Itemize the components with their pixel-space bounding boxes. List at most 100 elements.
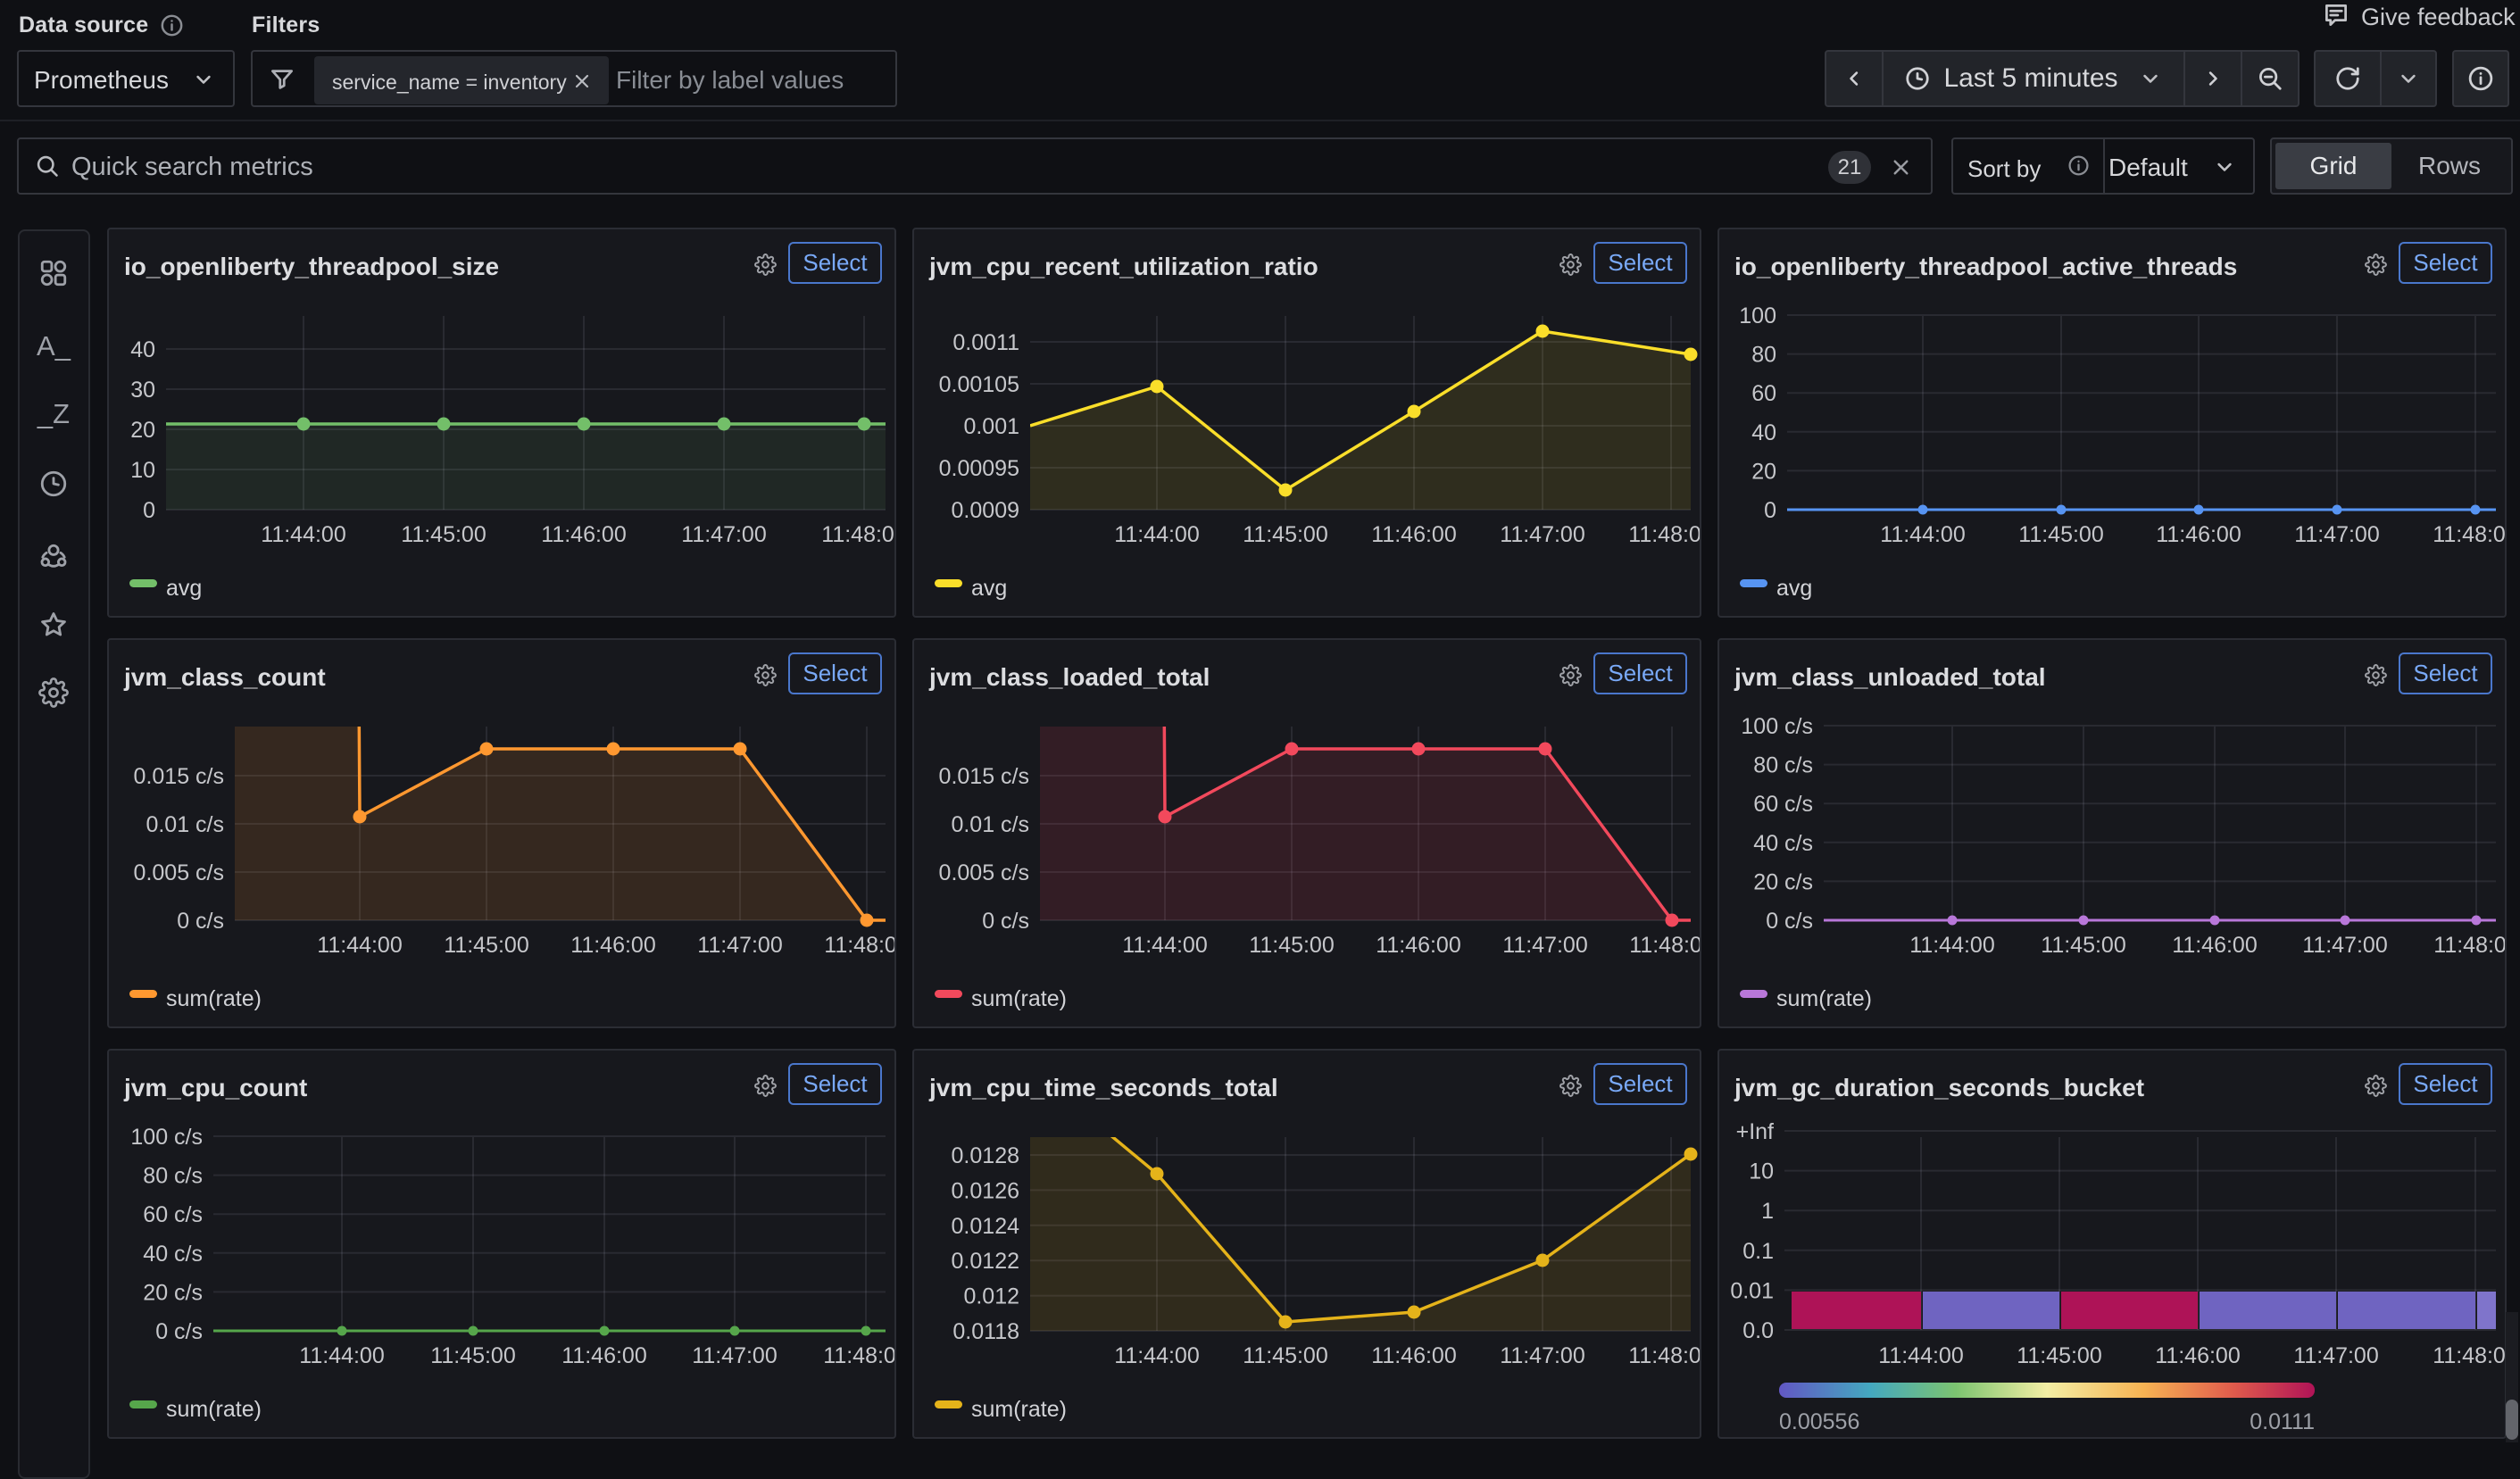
svg-text:11:44:00: 11:44:00	[1114, 1343, 1199, 1368]
svg-text:11:47:00: 11:47:00	[2293, 1343, 2378, 1368]
svg-text:0.00095: 0.00095	[939, 456, 1019, 481]
svg-text:40 c/s: 40 c/s	[143, 1242, 203, 1267]
svg-text:11:48:00: 11:48:00	[823, 1343, 896, 1368]
svg-text:0.0011: 0.0011	[952, 330, 1019, 355]
svg-text:0.00556: 0.00556	[1779, 1409, 1859, 1434]
svg-text:11:46:00: 11:46:00	[541, 522, 626, 547]
svg-text:sum(rate): sum(rate)	[166, 986, 262, 1011]
svg-text:11:45:00: 11:45:00	[2018, 522, 2103, 547]
svg-text:11:44:00: 11:44:00	[261, 522, 345, 547]
svg-text:20 c/s: 20 c/s	[1753, 869, 1813, 894]
svg-text:sum(rate): sum(rate)	[1776, 986, 1872, 1011]
svg-text:40: 40	[1751, 420, 1776, 445]
svg-text:0.00105: 0.00105	[939, 372, 1019, 397]
svg-text:11:48:00: 11:48:00	[1629, 933, 1701, 958]
svg-text:11:46:00: 11:46:00	[561, 1343, 646, 1368]
svg-text:sum(rate): sum(rate)	[971, 1397, 1067, 1422]
svg-text:10: 10	[1749, 1159, 1774, 1184]
svg-text:11:47:00: 11:47:00	[1500, 522, 1584, 547]
svg-text:11:45:00: 11:45:00	[1243, 522, 1327, 547]
svg-text:0.001: 0.001	[963, 414, 1019, 439]
svg-text:0.0124: 0.0124	[952, 1214, 1020, 1239]
svg-text:11:47:00: 11:47:00	[697, 933, 782, 958]
svg-text:0.0111: 0.0111	[2250, 1409, 2315, 1434]
svg-text:11:48:00: 11:48:00	[2433, 933, 2507, 958]
svg-text:0: 0	[143, 498, 155, 523]
svg-text:11:44:00: 11:44:00	[299, 1343, 384, 1368]
svg-text:20: 20	[130, 418, 155, 443]
svg-text:0.0126: 0.0126	[952, 1178, 1019, 1203]
svg-text:sum(rate): sum(rate)	[166, 1397, 262, 1422]
svg-text:0.005 c/s: 0.005 c/s	[134, 860, 224, 885]
svg-text:11:44:00: 11:44:00	[1122, 933, 1207, 958]
svg-text:0.015 c/s: 0.015 c/s	[939, 764, 1029, 789]
svg-text:11:44:00: 11:44:00	[1909, 933, 1994, 958]
svg-text:0 c/s: 0 c/s	[982, 909, 1029, 934]
svg-text:0 c/s: 0 c/s	[1766, 909, 1813, 934]
svg-text:11:47:00: 11:47:00	[2294, 522, 2379, 547]
svg-text:0.1: 0.1	[1742, 1239, 1774, 1264]
svg-text:11:47:00: 11:47:00	[681, 522, 766, 547]
svg-text:0 c/s: 0 c/s	[155, 1319, 203, 1344]
svg-text:1: 1	[1761, 1199, 1774, 1224]
svg-text:11:45:00: 11:45:00	[1249, 933, 1334, 958]
svg-text:11:44:00: 11:44:00	[1114, 522, 1199, 547]
svg-text:80: 80	[1751, 343, 1776, 368]
svg-text:11:45:00: 11:45:00	[401, 522, 486, 547]
svg-text:0: 0	[1764, 498, 1776, 523]
svg-text:11:48:00: 11:48:00	[2433, 1343, 2507, 1368]
svg-text:20: 20	[1751, 459, 1776, 484]
svg-text:40: 40	[130, 337, 155, 362]
svg-text:0.012: 0.012	[963, 1284, 1019, 1309]
svg-text:0.0122: 0.0122	[952, 1249, 1019, 1274]
svg-text:11:45:00: 11:45:00	[430, 1343, 515, 1368]
svg-text:11:45:00: 11:45:00	[444, 933, 528, 958]
svg-text:60 c/s: 60 c/s	[143, 1202, 203, 1227]
svg-text:0.015 c/s: 0.015 c/s	[134, 764, 224, 789]
svg-text:0.0009: 0.0009	[952, 498, 1019, 523]
svg-text:80 c/s: 80 c/s	[1753, 753, 1813, 778]
svg-text:11:46:00: 11:46:00	[570, 933, 655, 958]
svg-text:avg: avg	[166, 576, 202, 601]
svg-text:+Inf: +Inf	[1736, 1119, 1774, 1144]
svg-text:11:44:00: 11:44:00	[1880, 522, 1965, 547]
svg-text:0 c/s: 0 c/s	[177, 909, 224, 934]
svg-text:0.01 c/s: 0.01 c/s	[146, 812, 224, 837]
svg-text:11:46:00: 11:46:00	[2172, 933, 2257, 958]
svg-text:avg: avg	[971, 576, 1007, 601]
svg-text:11:48:00: 11:48:00	[1628, 522, 1701, 547]
svg-text:100 c/s: 100 c/s	[1741, 714, 1813, 739]
svg-text:11:44:00: 11:44:00	[1878, 1343, 1963, 1368]
svg-text:60 c/s: 60 c/s	[1753, 792, 1813, 817]
svg-text:11:47:00: 11:47:00	[1500, 1343, 1584, 1368]
svg-text:11:46:00: 11:46:00	[1371, 1343, 1456, 1368]
svg-text:11:47:00: 11:47:00	[1502, 933, 1587, 958]
svg-text:11:48:00: 11:48:00	[824, 933, 896, 958]
svg-text:11:47:00: 11:47:00	[692, 1343, 777, 1368]
svg-text:11:45:00: 11:45:00	[2017, 1343, 2101, 1368]
svg-text:11:46:00: 11:46:00	[2155, 1343, 2240, 1368]
svg-text:10: 10	[130, 458, 155, 483]
svg-text:11:45:00: 11:45:00	[2041, 933, 2125, 958]
svg-text:0.0128: 0.0128	[952, 1143, 1019, 1168]
svg-text:100 c/s: 100 c/s	[130, 1125, 203, 1150]
svg-text:11:44:00: 11:44:00	[317, 933, 402, 958]
svg-text:20 c/s: 20 c/s	[143, 1280, 203, 1305]
svg-text:30: 30	[130, 378, 155, 403]
svg-text:11:45:00: 11:45:00	[1243, 1343, 1327, 1368]
svg-text:0.0: 0.0	[1742, 1318, 1774, 1343]
svg-text:80 c/s: 80 c/s	[143, 1164, 203, 1189]
svg-text:11:48:00: 11:48:00	[821, 522, 896, 547]
svg-text:11:46:00: 11:46:00	[1371, 522, 1456, 547]
svg-text:11:46:00: 11:46:00	[1376, 933, 1460, 958]
svg-text:11:47:00: 11:47:00	[2302, 933, 2387, 958]
svg-text:0.005 c/s: 0.005 c/s	[939, 860, 1029, 885]
svg-text:11:48:00: 11:48:00	[1628, 1343, 1701, 1368]
svg-text:0.0118: 0.0118	[952, 1319, 1019, 1344]
svg-text:11:46:00: 11:46:00	[2156, 522, 2241, 547]
svg-text:100: 100	[1739, 303, 1776, 328]
svg-text:0.01: 0.01	[1730, 1278, 1774, 1303]
svg-text:0.01 c/s: 0.01 c/s	[951, 812, 1029, 837]
svg-text:40 c/s: 40 c/s	[1753, 831, 1813, 856]
svg-text:60: 60	[1751, 381, 1776, 406]
